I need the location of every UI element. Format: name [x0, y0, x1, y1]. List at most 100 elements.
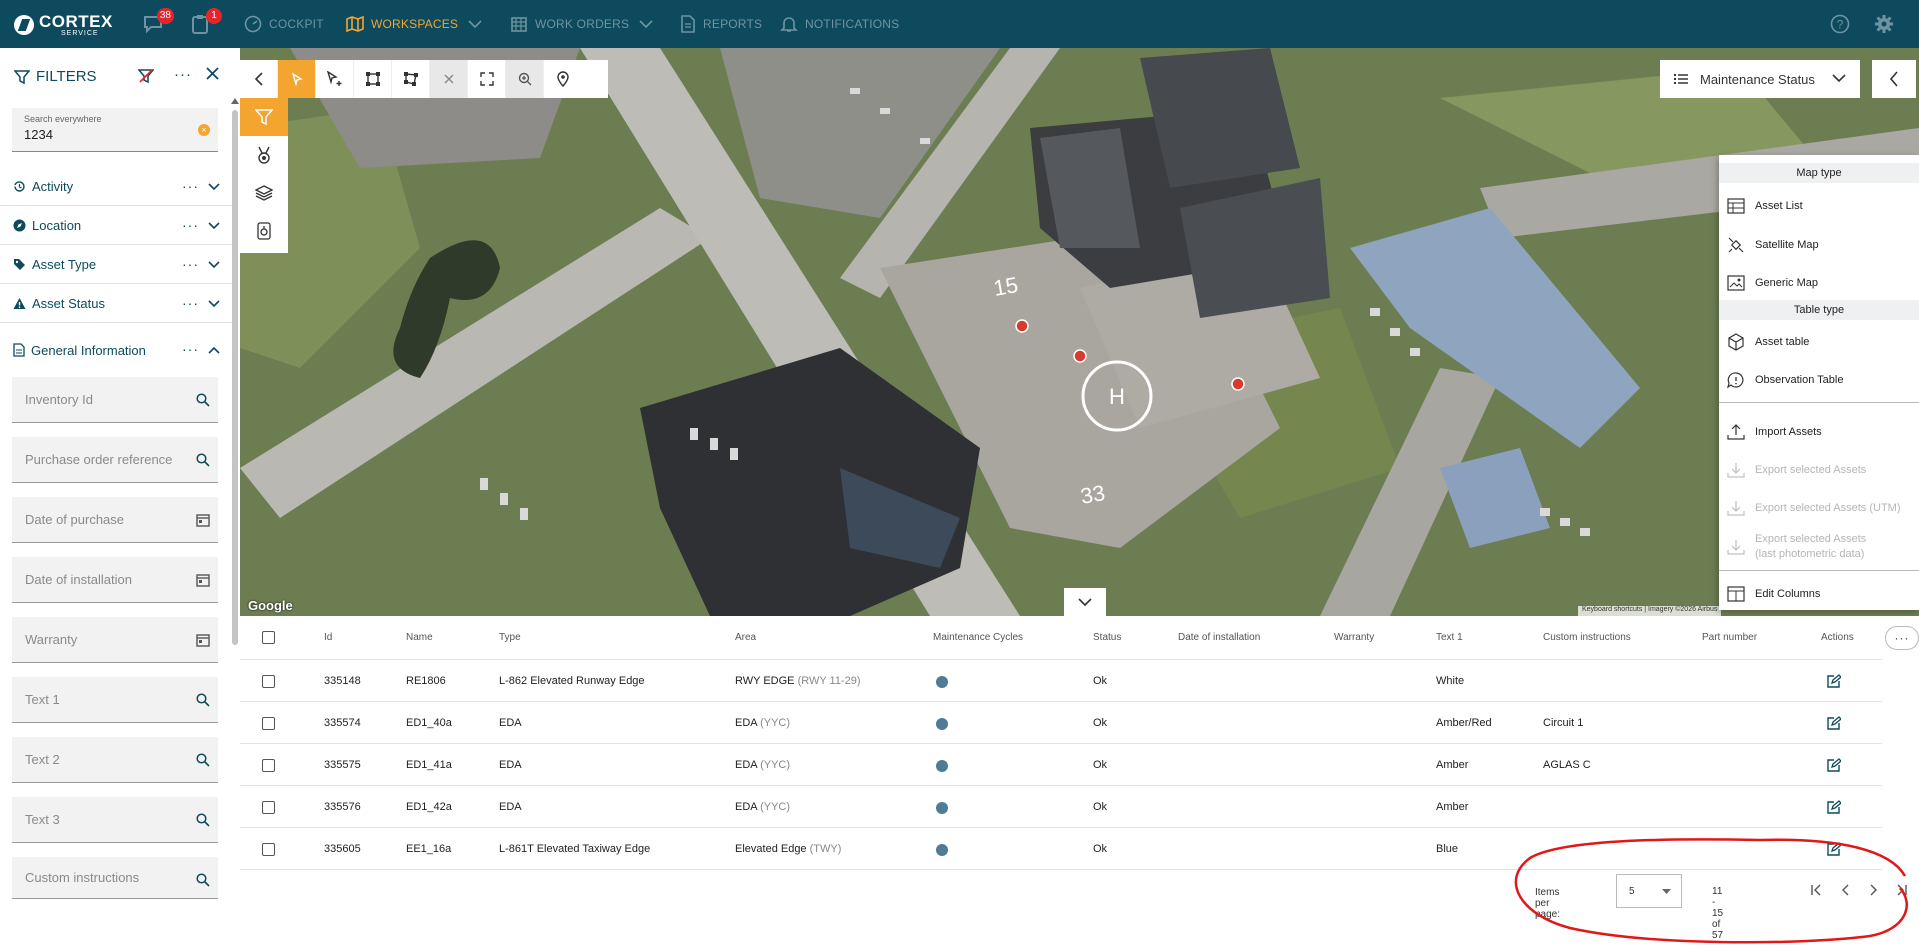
- help-button[interactable]: ?: [1830, 14, 1850, 39]
- nav-reports[interactable]: REPORTS: [680, 0, 762, 48]
- section-more-icon[interactable]: ···: [182, 256, 199, 272]
- asset-marker[interactable]: [1231, 377, 1245, 391]
- menu-item-edit-columns[interactable]: Edit Columns: [1719, 581, 1919, 607]
- fullscreen-button[interactable]: [468, 60, 506, 98]
- column-header-status[interactable]: Status: [1093, 632, 1121, 643]
- nav-work-orders[interactable]: WORK ORDERS: [510, 0, 660, 48]
- previous-page-button[interactable]: [1837, 882, 1853, 898]
- menu-item-asset-list[interactable]: Asset List: [1719, 191, 1919, 221]
- map-awards-button[interactable]: [240, 136, 288, 174]
- column-header-text-1[interactable]: Text 1: [1436, 632, 1463, 643]
- chevron-down-icon[interactable]: [208, 183, 220, 191]
- row-checkbox[interactable]: [262, 843, 275, 856]
- calendar-icon[interactable]: [196, 513, 210, 527]
- row-checkbox[interactable]: [262, 717, 275, 730]
- column-header-name[interactable]: Name: [406, 632, 433, 643]
- last-page-button[interactable]: [1894, 882, 1910, 898]
- maintenance-status-select[interactable]: Maintenance Status: [1660, 60, 1860, 98]
- edit-icon[interactable]: [1827, 758, 1841, 772]
- next-page-button[interactable]: [1866, 882, 1882, 898]
- close-filters-button[interactable]: [206, 67, 219, 85]
- search-icon[interactable]: [196, 453, 210, 467]
- messages-button[interactable]: 38: [142, 8, 174, 34]
- text-2-field[interactable]: Text 2: [12, 737, 218, 783]
- menu-item-asset-table[interactable]: Asset table: [1719, 327, 1919, 357]
- rectangle-select-button[interactable]: [354, 60, 392, 98]
- edit-icon[interactable]: [1827, 800, 1841, 814]
- filters-more-button[interactable]: ···: [174, 66, 192, 83]
- chevron-down-icon[interactable]: [208, 300, 220, 308]
- purchase-order-reference-field[interactable]: Purchase order reference: [12, 437, 218, 483]
- nav-cockpit[interactable]: COCKPIT: [244, 0, 324, 48]
- select-tool-button[interactable]: [278, 60, 316, 98]
- tasks-button[interactable]: 1: [190, 8, 222, 34]
- custom-instructions-field[interactable]: Custom instructions: [12, 857, 218, 899]
- search-icon[interactable]: [196, 813, 210, 827]
- toggle-table-button[interactable]: [1064, 588, 1106, 616]
- column-header-id[interactable]: Id: [324, 632, 332, 643]
- date-of-purchase-field[interactable]: Date of purchase: [12, 497, 218, 543]
- column-header-type[interactable]: Type: [499, 632, 521, 643]
- row-checkbox[interactable]: [262, 801, 275, 814]
- first-page-button[interactable]: [1808, 882, 1824, 898]
- menu-item-generic-map[interactable]: Generic Map: [1719, 268, 1919, 298]
- filter-section-location[interactable]: Location ···: [0, 207, 232, 245]
- row-checkbox[interactable]: [262, 759, 275, 772]
- column-header-area[interactable]: Area: [735, 632, 756, 643]
- menu-item-import-assets[interactable]: Import Assets: [1719, 417, 1919, 447]
- select-all-checkbox[interactable]: [262, 631, 275, 644]
- scroll-up-arrow-icon[interactable]: [231, 98, 239, 104]
- chevron-down-icon[interactable]: [208, 261, 220, 269]
- column-header-custom-instructions[interactable]: Custom instructions: [1543, 632, 1631, 643]
- clear-search-button[interactable]: ×: [198, 124, 210, 136]
- text-3-field[interactable]: Text 3: [12, 797, 218, 843]
- column-header-part-number[interactable]: Part number: [1702, 632, 1757, 643]
- filter-section-asset-status[interactable]: Asset Status ···: [0, 285, 232, 323]
- nav-notifications[interactable]: NOTIFICATIONS: [780, 0, 899, 48]
- search-icon[interactable]: [196, 693, 210, 707]
- section-more-icon[interactable]: ···: [182, 295, 199, 311]
- column-header-maintenance-cycles[interactable]: Maintenance Cycles: [933, 632, 1023, 643]
- edit-icon[interactable]: [1827, 716, 1841, 730]
- cortex-logo[interactable]: CORTEX SERVICE: [14, 13, 113, 37]
- chevron-down-icon[interactable]: [208, 222, 220, 230]
- row-checkbox[interactable]: [262, 675, 275, 688]
- search-icon[interactable]: [196, 753, 210, 767]
- search-everywhere-value[interactable]: 1234: [24, 127, 218, 142]
- calendar-icon[interactable]: [196, 573, 210, 587]
- filter-section-general-information[interactable]: General Information ···: [0, 331, 232, 369]
- table-row[interactable]: 335605 EE1_16a L-861T Elevated Taxiway E…: [240, 828, 1882, 870]
- nav-workspaces[interactable]: WORKSPACES: [346, 0, 489, 48]
- section-more-icon[interactable]: ···: [182, 217, 199, 233]
- clear-filters-button[interactable]: [137, 68, 155, 89]
- text-1-field[interactable]: Text 1: [12, 677, 218, 723]
- map-layers-button[interactable]: [240, 174, 288, 212]
- table-row[interactable]: 335148 RE1806 L-862 Elevated Runway Edge…: [240, 660, 1882, 702]
- clear-selection-button[interactable]: [430, 60, 468, 98]
- inventory-id-field[interactable]: Inventory Id: [12, 377, 218, 423]
- items-per-page-select[interactable]: 5: [1616, 874, 1682, 908]
- section-more-icon[interactable]: ···: [182, 341, 199, 357]
- map-sensor-button[interactable]: [240, 212, 288, 250]
- column-header-date-of-installation[interactable]: Date of installation: [1178, 632, 1260, 643]
- column-header-warranty[interactable]: Warranty: [1334, 632, 1374, 643]
- satellite-map[interactable]: H 15 33: [240, 48, 1919, 616]
- map-panel-toggle-button[interactable]: [1872, 60, 1916, 98]
- table-row[interactable]: 335574 ED1_40a EDA EDA (YYC) Ok Amber/Re…: [240, 702, 1882, 744]
- date-of-installation-field[interactable]: Date of installation: [12, 557, 218, 603]
- locate-button[interactable]: [544, 60, 582, 98]
- menu-item-satellite-map[interactable]: Satellite Map: [1719, 230, 1919, 260]
- menu-item-observation-table[interactable]: Observation Table: [1719, 365, 1919, 395]
- table-row[interactable]: 335576 ED1_42a EDA EDA (YYC) Ok Amber: [240, 786, 1882, 828]
- table-row[interactable]: 335575 ED1_41a EDA EDA (YYC) Ok Amber AG…: [240, 744, 1882, 786]
- asset-marker[interactable]: [1073, 349, 1087, 363]
- map-filter-button[interactable]: [240, 98, 288, 136]
- filter-section-asset-type[interactable]: Asset Type ···: [0, 246, 232, 284]
- warranty-field[interactable]: Warranty: [12, 617, 218, 663]
- calendar-icon[interactable]: [196, 633, 210, 647]
- polygon-select-button[interactable]: [392, 60, 430, 98]
- collapse-panel-button[interactable]: [240, 60, 278, 98]
- search-icon[interactable]: [196, 393, 210, 407]
- section-more-icon[interactable]: ···: [182, 178, 199, 194]
- search-everywhere-field[interactable]: Search everywhere 1234 ×: [12, 108, 218, 152]
